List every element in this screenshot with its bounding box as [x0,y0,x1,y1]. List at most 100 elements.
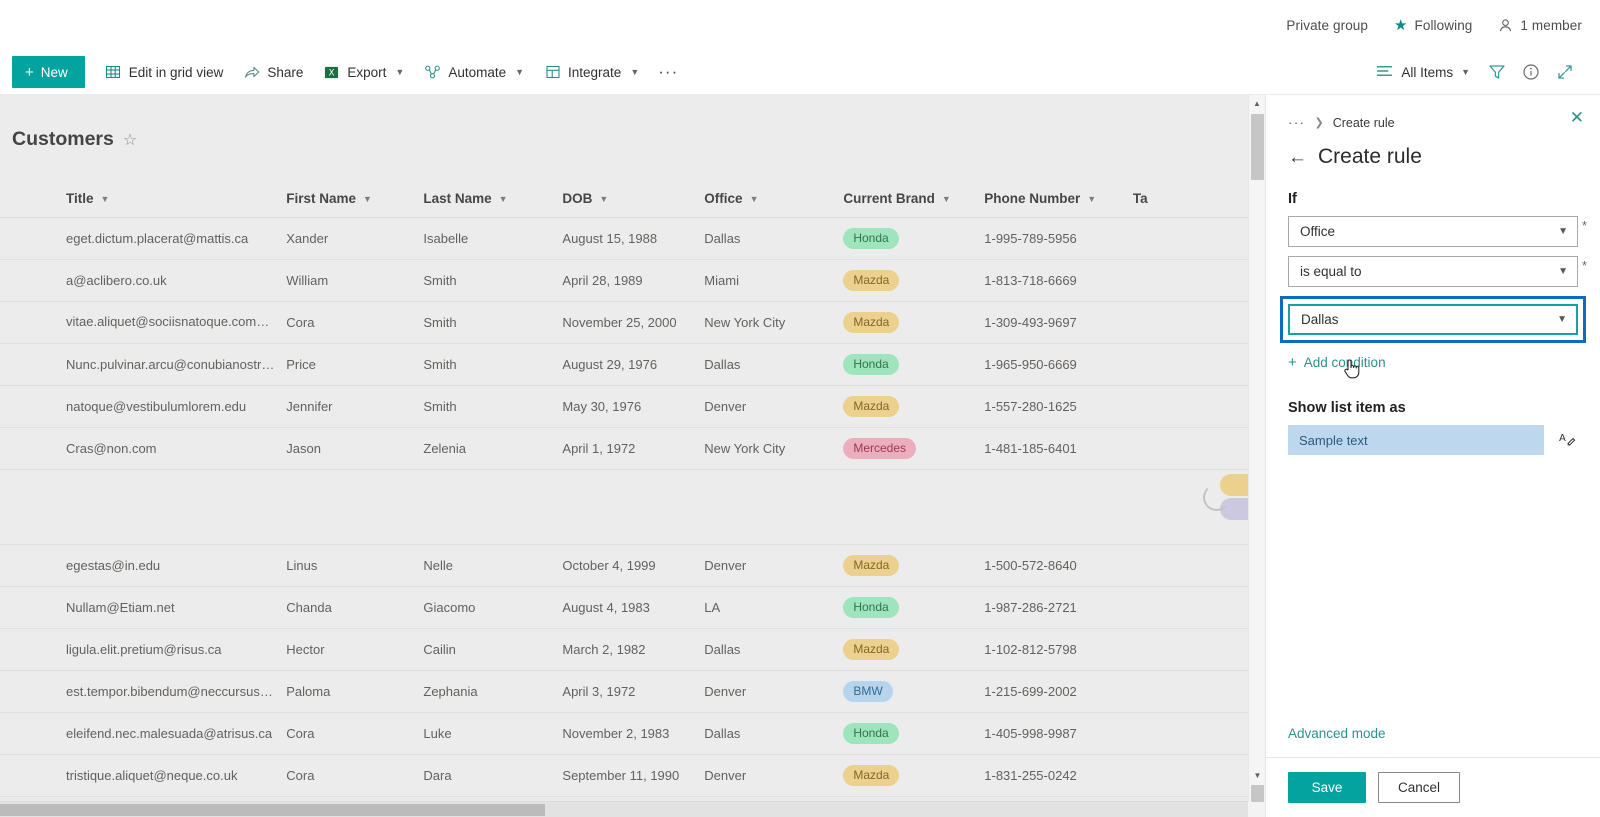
column-header-last[interactable]: Last Name ▼ [423,191,562,206]
row-title-link[interactable]: vitae.aliquet@sociisnatoque.com [66,314,269,329]
chevron-down-icon: ▼ [1558,266,1568,277]
share-button[interactable]: Share [233,54,313,90]
table-row[interactable]: ligula.elit.pretium@risus.ca Hector Cailin… [0,629,1248,671]
row-title-link[interactable]: Cras@non.com [66,441,157,456]
column-header-dob[interactable]: DOB ▼ [562,191,704,206]
table-row[interactable]: vitae.aliquet@sociisnatoque.com Cora Smith… [0,302,1248,344]
share-icon [243,64,260,81]
edit-in-grid-view-button[interactable]: Edit in grid view [95,54,234,90]
integrate-icon [544,64,561,81]
row-title-link[interactable]: tristique.aliquet@neque.co.uk [66,768,237,783]
table-row[interactable]: tristique.aliquet@neque.co.uk Cora Dara Sep… [0,755,1248,797]
expand-button[interactable] [1548,55,1582,89]
cell-title: vitae.aliquet@sociisnatoque.com [0,314,286,331]
table-row[interactable]: a@aclibero.co.uk William Smith April 28, 19… [0,260,1248,302]
row-title-link[interactable]: natoque@vestibulumlorem.edu [66,399,246,414]
person-icon [1498,18,1513,33]
comment-icon[interactable] [268,314,283,331]
text-format-icon[interactable]: A [1556,429,1578,451]
row-title-link[interactable]: eleifend.nec.malesuada@atrisus.ca [66,726,272,741]
advanced-mode-row: Advanced mode [1266,725,1600,757]
condition-value: Dallas [1301,312,1339,327]
row-title-link[interactable]: eget.dictum.placerat@mattis.ca [66,231,248,246]
cell-last: Smith [423,399,457,414]
scroll-up-arrow[interactable]: ▲ [1249,95,1265,112]
star-outline-icon[interactable]: ☆ [123,130,137,150]
back-arrow-icon[interactable]: ← [1288,148,1307,167]
svg-text:X: X [329,67,335,77]
panel-title: Create rule [1318,145,1422,168]
list-content-area: Customers ☆ Title ▼ First Name ▼ Last Name ▼ D… [0,95,1265,817]
row-title-link[interactable]: a@aclibero.co.uk [66,273,167,288]
table-row[interactable]: egestas@in.edu Linus Nelle October 4, 1999 D… [0,545,1248,587]
cell-phone: 1-309-493-9697 [984,315,1077,330]
cell-phone: 1-405-998-9987 [984,726,1077,741]
privacy-indicator: Private group [1286,18,1368,33]
column-header-office[interactable]: Office ▼ [704,191,843,206]
if-label: If [1288,191,1297,207]
cell-brand: Honda [843,723,984,744]
cell-dob: April 28, 1989 [562,273,643,288]
cell-phone: 1-965-950-6669 [984,357,1077,372]
row-title-link[interactable]: Nunc.pulvinar.arcu@conubianostraper.edu [66,357,286,372]
cancel-button[interactable]: Cancel [1378,772,1460,803]
more-commands-button[interactable]: ··· [649,56,687,88]
integrate-label: Integrate [568,64,622,80]
table-row[interactable]: est.tempor.bibendum@neccursusa.com Paloma… [0,671,1248,713]
cell-title: Nunc.pulvinar.arcu@conubianostraper.edu [0,357,286,372]
row-title-link[interactable]: egestas@in.edu [66,558,160,573]
cell-brand: Mazda [843,765,984,786]
cell-last: Isabelle [423,231,469,246]
row-title-link[interactable]: Nullam@Etiam.net [66,600,175,615]
vertical-scrollbar-end-thumb[interactable] [1251,785,1264,802]
details-info-button[interactable] [1514,55,1548,89]
loading-placeholder-row [0,470,1248,545]
new-button[interactable]: + New [12,56,85,88]
save-button[interactable]: Save [1288,772,1366,803]
members-button[interactable]: 1 member [1498,18,1582,33]
cell-last: Smith [423,315,457,330]
integrate-button[interactable]: Integrate ▼ [534,54,649,90]
condition-operator-dropdown[interactable]: is equal to ▼ [1288,256,1578,287]
table-row[interactable]: Cras@non.com Jason Zelenia April 1, 1972 New… [0,428,1248,470]
horizontal-scrollbar[interactable] [0,801,1265,817]
view-selector[interactable]: All Items ▼ [1366,55,1480,89]
export-button[interactable]: X Export ▼ [313,54,414,90]
table-row[interactable]: natoque@vestibulumlorem.edu Jennifer Smith… [0,386,1248,428]
cell-first: Xander [286,231,329,246]
cell-phone: 1-813-718-6669 [984,273,1077,288]
condition-value-dropdown[interactable]: Dallas ▼ [1288,304,1578,335]
excel-export-icon: X [323,64,340,81]
breadcrumb-overflow[interactable]: ··· [1288,115,1306,130]
sample-text-preview[interactable]: Sample text [1288,425,1544,455]
cell-phone: 1-102-812-5798 [984,642,1077,657]
cell-office: Denver [704,684,747,699]
table-row[interactable]: Nullam@Etiam.net Chanda Giacomo August 4, 1… [0,587,1248,629]
column-header-brand[interactable]: Current Brand ▼ [843,191,984,206]
automate-button[interactable]: Automate ▼ [414,54,534,90]
vertical-scrollbar-thumb[interactable] [1251,114,1264,180]
column-header-phone[interactable]: Phone Number ▼ [984,191,1133,206]
row-title-link[interactable]: ligula.elit.pretium@risus.ca [66,642,222,657]
horizontal-scrollbar-thumb[interactable] [0,804,545,816]
column-header-tag[interactable]: Ta [1133,191,1248,206]
add-condition-button[interactable]: + Add condition [1288,355,1578,370]
table-row[interactable]: eleifend.nec.malesuada@atrisus.ca Cora Luk… [0,713,1248,755]
close-icon[interactable]: ✕ [1570,109,1584,126]
cell-dob: November 25, 2000 [562,315,677,330]
vertical-scrollbar[interactable]: ▲ ▼ [1248,95,1265,802]
advanced-mode-link[interactable]: Advanced mode [1288,726,1386,741]
cell-brand: BMW [843,681,984,702]
brand-pill: Mazda [843,312,900,333]
cell-brand: Mazda [843,396,984,417]
brand-pill: Honda [843,228,899,249]
table-row[interactable]: Nunc.pulvinar.arcu@conubianostraper.eduP… [0,344,1248,386]
filter-button[interactable] [1480,55,1514,89]
column-header-title[interactable]: Title ▼ [0,191,286,206]
scroll-down-arrow[interactable]: ▼ [1249,767,1266,784]
row-title-link[interactable]: est.tempor.bibendum@neccursusa.com [66,684,286,699]
following-button[interactable]: ★ Following [1394,18,1472,33]
column-header-first[interactable]: First Name ▼ [286,191,423,206]
table-row[interactable]: eget.dictum.placerat@mattis.ca Xander Isab… [0,218,1248,260]
condition-column-dropdown[interactable]: Office ▼ [1288,216,1578,247]
